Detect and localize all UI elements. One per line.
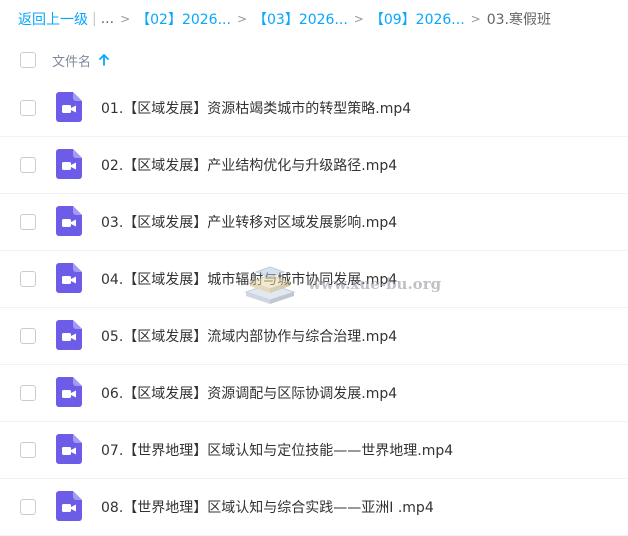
select-all-checkbox[interactable]	[20, 52, 36, 68]
breadcrumb-item-03[interactable]: 【03】2026...	[253, 9, 348, 29]
file-row-3[interactable]: 03.【区域发展】产业转移对区域发展影响.mp4	[0, 194, 628, 251]
file-name[interactable]: 08.【世界地理】区域认知与综合实践——亚洲I .mp4	[101, 497, 434, 517]
video-file-icon	[56, 263, 82, 293]
back-link[interactable]: 返回上一级	[18, 9, 88, 29]
file-checkbox[interactable]	[20, 385, 36, 401]
file-list: 01.【区域发展】资源枯竭类城市的转型策略.mp4 02.【区域发展】产业结构优…	[0, 80, 628, 536]
breadcrumb-ellipsis[interactable]: ...	[101, 11, 114, 27]
file-checkbox[interactable]	[20, 100, 36, 116]
file-checkbox[interactable]	[20, 442, 36, 458]
video-file-icon	[56, 320, 82, 350]
file-name[interactable]: 04.【区域发展】城市辐射与城市协同发展.mp4	[101, 269, 397, 289]
file-checkbox[interactable]	[20, 157, 36, 173]
video-file-icon	[56, 149, 82, 179]
sort-by-name-header[interactable]: 文件名	[52, 51, 109, 70]
video-file-icon	[56, 377, 82, 407]
file-row-5[interactable]: 05.【区域发展】流域内部协作与综合治理.mp4	[0, 308, 628, 365]
file-checkbox[interactable]	[20, 271, 36, 287]
breadcrumb-item-09[interactable]: 【09】2026...	[370, 9, 465, 29]
video-file-icon	[56, 434, 82, 464]
file-row-6[interactable]: 06.【区域发展】资源调配与区际协调发展.mp4	[0, 365, 628, 422]
file-row-8[interactable]: 08.【世界地理】区域认知与综合实践——亚洲I .mp4	[0, 479, 628, 536]
video-file-icon	[56, 206, 82, 236]
breadcrumb-arrow: >	[120, 12, 131, 26]
file-name[interactable]: 07.【世界地理】区域认知与定位技能——世界地理.mp4	[101, 440, 453, 460]
file-name[interactable]: 01.【区域发展】资源枯竭类城市的转型策略.mp4	[101, 98, 411, 118]
breadcrumb-item-02[interactable]: 【02】2026...	[136, 9, 231, 29]
breadcrumb-arrow: >	[236, 12, 247, 26]
file-name[interactable]: 03.【区域发展】产业转移对区域发展影响.mp4	[101, 212, 397, 232]
file-checkbox[interactable]	[20, 499, 36, 515]
breadcrumb-arrow: >	[470, 12, 481, 26]
breadcrumb-arrow: >	[353, 12, 364, 26]
column-name-label: 文件名	[52, 54, 92, 70]
breadcrumb-current: 03.寒假班	[486, 12, 551, 28]
file-row-1[interactable]: 01.【区域发展】资源枯竭类城市的转型策略.mp4	[0, 80, 628, 137]
sort-up-arrow-icon	[99, 54, 109, 66]
file-row-2[interactable]: 02.【区域发展】产业结构优化与升级路径.mp4	[0, 137, 628, 194]
file-name[interactable]: 02.【区域发展】产业结构优化与升级路径.mp4	[101, 155, 397, 175]
video-file-icon	[56, 92, 82, 122]
file-name[interactable]: 05.【区域发展】流域内部协作与综合治理.mp4	[101, 326, 397, 346]
file-name[interactable]: 06.【区域发展】资源调配与区际协调发展.mp4	[101, 383, 397, 403]
file-checkbox[interactable]	[20, 328, 36, 344]
file-list-header: 文件名	[0, 42, 628, 78]
breadcrumb: 返回上一级 | ... > 【02】2026... > 【03】2026... …	[18, 8, 551, 30]
file-row-4[interactable]: 04.【区域发展】城市辐射与城市协同发展.mp4	[0, 251, 628, 308]
file-row-7[interactable]: 07.【世界地理】区域认知与定位技能——世界地理.mp4	[0, 422, 628, 479]
breadcrumb-divider: |	[92, 11, 97, 27]
file-checkbox[interactable]	[20, 214, 36, 230]
video-file-icon	[56, 491, 82, 521]
